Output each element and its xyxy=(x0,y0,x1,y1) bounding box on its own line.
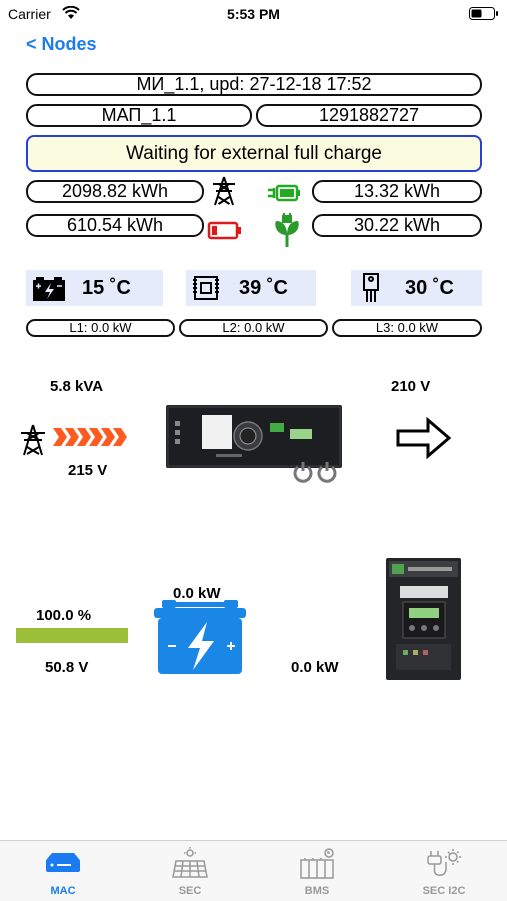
clock: 5:53 PM xyxy=(227,6,280,22)
transistor-temperature-panel: 30 ˚C xyxy=(351,270,482,306)
battery-low-icon xyxy=(207,219,243,246)
serial-number-field: 1291882727 xyxy=(256,104,482,127)
controller-power-label: 0.0 kW xyxy=(291,659,339,676)
plug-sun-icon xyxy=(427,849,461,876)
transformer-icon xyxy=(192,274,220,307)
tab-mac-label: MAC xyxy=(50,885,76,897)
grid-input-icon xyxy=(18,423,48,462)
grid-energy-field: 2098.82 kWh xyxy=(26,180,204,203)
tab-bms[interactable]: BMS xyxy=(254,841,380,901)
back-to-nodes-button[interactable]: < Nodes xyxy=(26,34,97,55)
output-voltage-label: 210 V xyxy=(391,378,431,395)
tab-sec-i2c[interactable]: SEC I2C xyxy=(381,841,507,901)
device-name-field: МАП_1.1 xyxy=(26,104,252,127)
battery-soc-fill xyxy=(16,628,128,643)
battery-voltage-label: 50.8 V xyxy=(45,659,89,676)
transformer-temperature-panel: 39 ˚C xyxy=(186,270,316,306)
tab-mac[interactable]: MAC xyxy=(0,841,126,901)
power-toggle-icon[interactable] xyxy=(292,460,338,489)
output-arrow-icon xyxy=(396,416,452,464)
battery-pack-icon xyxy=(300,848,334,879)
battery-soc-label: 100.0 % xyxy=(36,607,92,624)
solar-controller-image[interactable] xyxy=(386,558,461,680)
battery-soc-bar xyxy=(16,628,128,643)
green-energy-field: 30.22 kWh xyxy=(312,214,482,237)
transistor-temperature-value: 30 ˚C xyxy=(405,277,454,299)
line-2-power-field: L2: 0.0 kW xyxy=(179,319,328,337)
line-1-power-field: L1: 0.0 kW xyxy=(26,319,175,337)
transistor-icon xyxy=(361,273,381,308)
status-bar: Carrier 5:53 PM xyxy=(0,0,507,28)
tab-sec-i2c-label: SEC I2C xyxy=(422,885,466,897)
power-tower-icon xyxy=(210,175,238,212)
input-voltage-label: 215 V xyxy=(68,462,108,479)
tab-sec-label: SEC xyxy=(178,885,202,897)
line-3-power-field: L3: 0.0 kW xyxy=(332,319,482,337)
tab-bar: MAC SEC BMS SEC I2C xyxy=(0,840,507,901)
inverter-icon xyxy=(46,853,80,872)
node-title-field: МИ_1.1, upd: 27-12-18 17:52 xyxy=(26,73,482,96)
charge-status-banner: Waiting for external full charge xyxy=(26,135,482,172)
input-power-label: 5.8 kVA xyxy=(50,378,104,395)
battery-temperature-panel: 15 ˚C xyxy=(26,270,163,306)
eco-plug-icon xyxy=(272,213,302,252)
battery-energy-field: 610.54 kWh xyxy=(26,214,204,237)
input-flow-arrows-icon xyxy=(53,428,131,451)
battery-status-icon xyxy=(469,7,499,20)
battery-flash-icon xyxy=(152,600,248,681)
tab-bms-label: BMS xyxy=(304,885,330,897)
tab-sec[interactable]: SEC xyxy=(127,841,253,901)
transformer-temperature-value: 39 ˚C xyxy=(239,277,288,299)
battery-charging-icon xyxy=(266,181,302,210)
battery-thermal-icon xyxy=(32,274,66,307)
charged-energy-field: 13.32 kWh xyxy=(312,180,482,203)
battery-temperature-value: 15 ˚C xyxy=(82,277,131,299)
solar-panel-icon xyxy=(172,847,208,878)
inverter-device-image[interactable] xyxy=(166,405,342,468)
